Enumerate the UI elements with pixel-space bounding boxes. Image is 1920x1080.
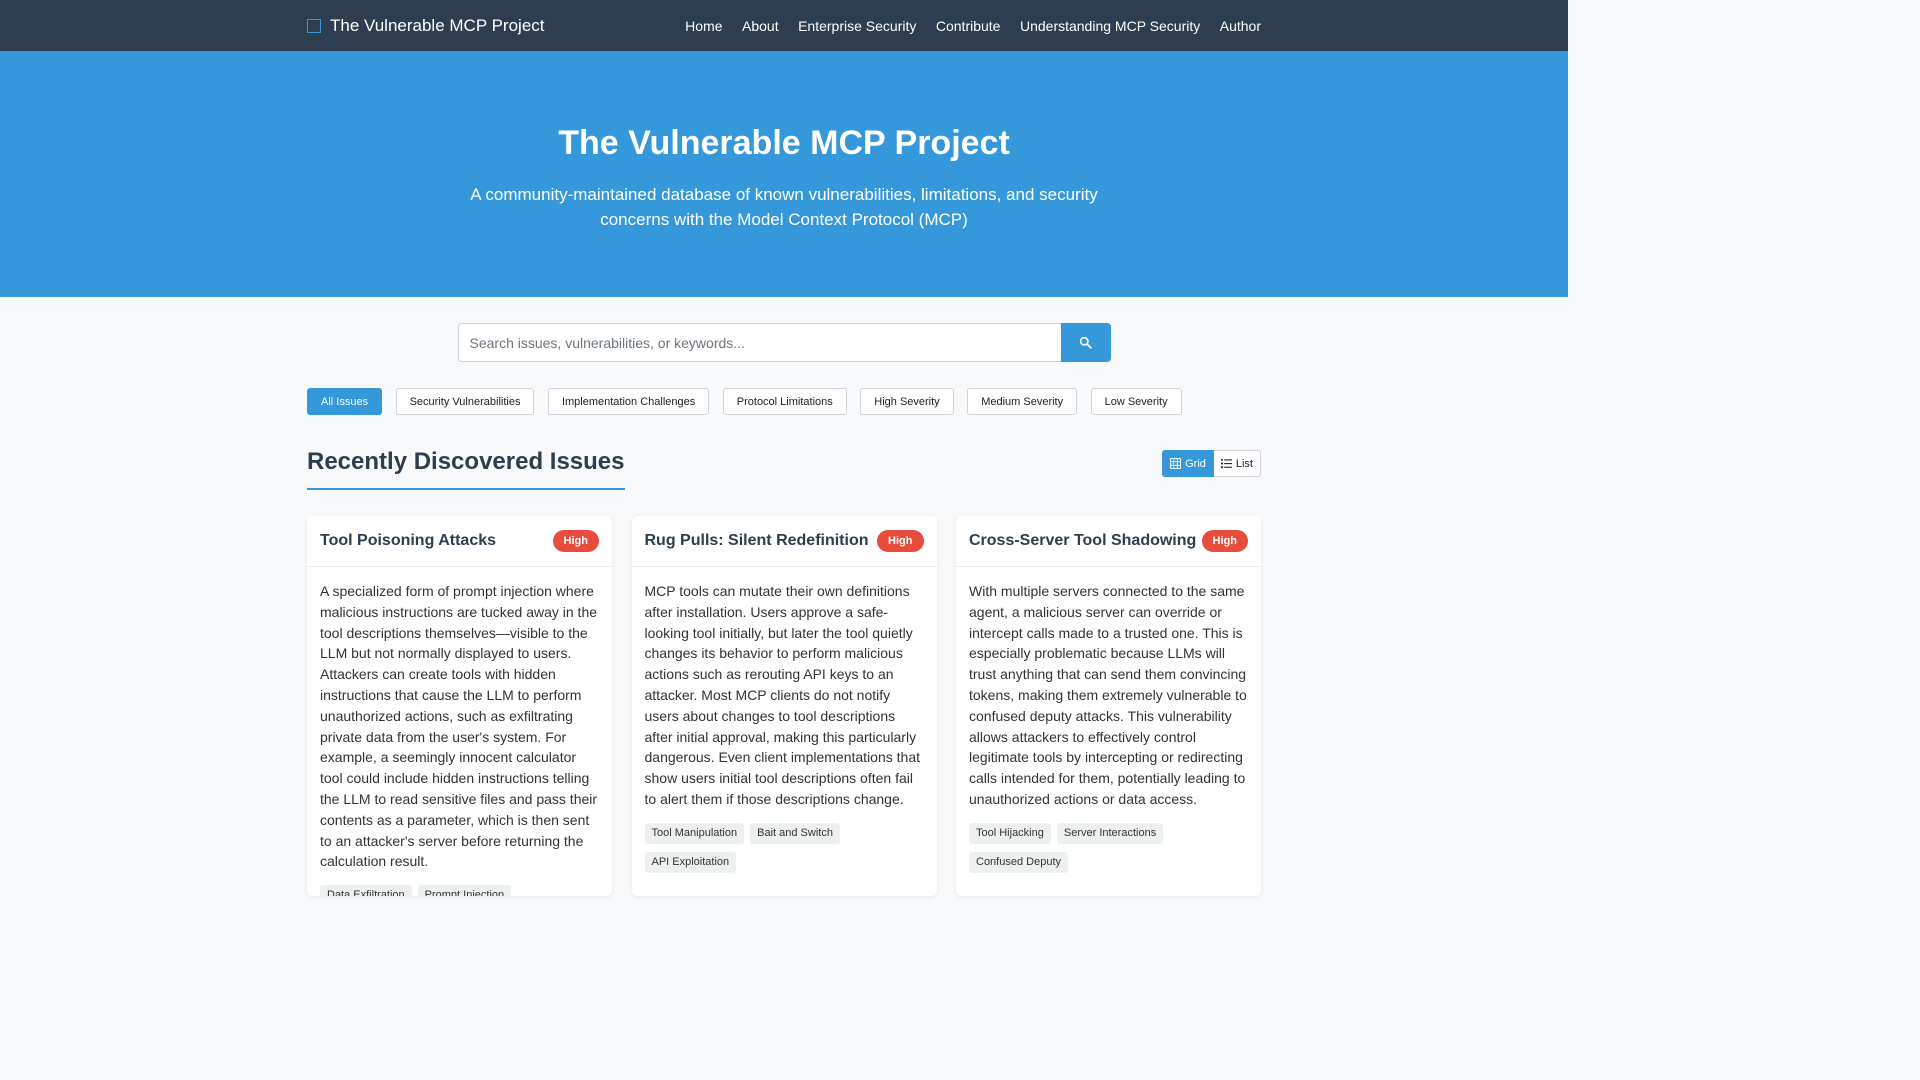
card-body: MCP tools can mutate their own definitio…: [632, 567, 937, 881]
card-title: Tool Poisoning Attacks: [320, 532, 497, 549]
tag[interactable]: Tool Manipulation: [644, 822, 745, 844]
filter-protocol-limitations[interactable]: Protocol Limitations: [722, 388, 847, 415]
grid-view-button[interactable]: Grid: [1162, 450, 1214, 477]
view-toggle: Grid List: [1162, 450, 1261, 477]
card-title: Cross-Server Tool Shadowing: [969, 532, 1197, 549]
tag[interactable]: Confused Deputy: [969, 851, 1068, 873]
main-content: All Issues Security Vulnerabilities Impl…: [307, 323, 1261, 896]
tag[interactable]: Tool Hijacking: [969, 822, 1051, 844]
list-view-label: List: [1235, 457, 1253, 470]
brand-link[interactable]: The Vulnerable MCP Project: [307, 16, 545, 36]
nav-link-home[interactable]: Home: [685, 18, 722, 34]
nav-link-understanding-mcp-security[interactable]: Understanding MCP Security: [1020, 18, 1200, 34]
logo-icon: [307, 18, 321, 33]
filter-security-vulnerabilities[interactable]: Security Vulnerabilities: [395, 388, 535, 415]
tag[interactable]: Server Interactions: [1056, 822, 1164, 844]
tag[interactable]: Prompt Injection: [417, 885, 512, 896]
tag[interactable]: API Exploitation: [644, 851, 737, 873]
filter-high-severity[interactable]: High Severity: [860, 388, 954, 415]
grid-icon: [1170, 458, 1182, 469]
search-input[interactable]: [457, 323, 1061, 362]
issue-grid: Tool Poisoning Attacks High A specialize…: [307, 516, 1261, 896]
list-icon: [1220, 458, 1232, 469]
brand-name: The Vulnerable MCP Project: [330, 15, 545, 35]
grid-view-label: Grid: [1185, 457, 1206, 470]
tag[interactable]: Data Exfiltration: [320, 885, 412, 896]
issue-card[interactable]: Rug Pulls: Silent Redefinition High MCP …: [631, 516, 937, 896]
severity-badge: High: [1201, 530, 1248, 552]
nav-link-contribute[interactable]: Contribute: [936, 18, 1001, 34]
filter-low-severity[interactable]: Low Severity: [1090, 388, 1182, 415]
card-header: Rug Pulls: Silent Redefinition High: [631, 516, 937, 567]
severity-badge: High: [552, 530, 599, 552]
issue-card[interactable]: Tool Poisoning Attacks High A specialize…: [307, 516, 612, 896]
severity-badge: High: [877, 530, 924, 552]
hero-banner: The Vulnerable MCP Project A community-m…: [0, 51, 1568, 297]
card-tags: Tool Hijacking Server Interactions Confu…: [969, 822, 1248, 881]
search-icon: [1079, 336, 1092, 349]
hero-subtitle: A community-maintained database of known…: [470, 185, 1098, 229]
card-tags: Data Exfiltration Prompt Injection: [320, 885, 599, 896]
card-body: A specialized form of prompt injection w…: [307, 567, 612, 896]
card-description: With multiple servers connected to the s…: [969, 583, 1247, 807]
card-body: With multiple servers connected to the s…: [956, 567, 1261, 881]
tag[interactable]: Bait and Switch: [750, 822, 840, 844]
nav-link-about[interactable]: About: [742, 18, 779, 34]
card-header: Cross-Server Tool Shadowing High: [956, 516, 1261, 567]
card-description: MCP tools can mutate their own definitio…: [644, 583, 921, 807]
nav-links: Home About Enterprise Security Contribut…: [666, 18, 1261, 34]
card-description: A specialized form of prompt injection w…: [320, 583, 598, 870]
filter-all-issues[interactable]: All Issues: [307, 388, 383, 415]
filter-bar: All Issues Security Vulnerabilities Impl…: [307, 388, 1261, 415]
filter-implementation-challenges[interactable]: Implementation Challenges: [547, 388, 710, 415]
card-header: Tool Poisoning Attacks High: [307, 516, 612, 567]
filter-medium-severity[interactable]: Medium Severity: [967, 388, 1078, 415]
section-header: Recently Discovered Issues Grid List: [307, 448, 1261, 490]
issue-card[interactable]: Cross-Server Tool Shadowing High With mu…: [956, 516, 1261, 896]
nav-link-enterprise-security[interactable]: Enterprise Security: [798, 18, 916, 34]
search-bar: [307, 323, 1261, 362]
top-navbar: The Vulnerable MCP Project Home About En…: [0, 0, 1568, 51]
hero-title: The Vulnerable MCP Project: [558, 124, 1010, 162]
section-title: Recently Discovered Issues: [307, 448, 625, 490]
search-button[interactable]: [1060, 323, 1111, 362]
card-title: Rug Pulls: Silent Redefinition: [644, 532, 869, 549]
list-view-button[interactable]: List: [1213, 450, 1261, 477]
card-tags: Tool Manipulation Bait and Switch API Ex…: [644, 822, 924, 881]
nav-link-author[interactable]: Author: [1220, 18, 1261, 34]
